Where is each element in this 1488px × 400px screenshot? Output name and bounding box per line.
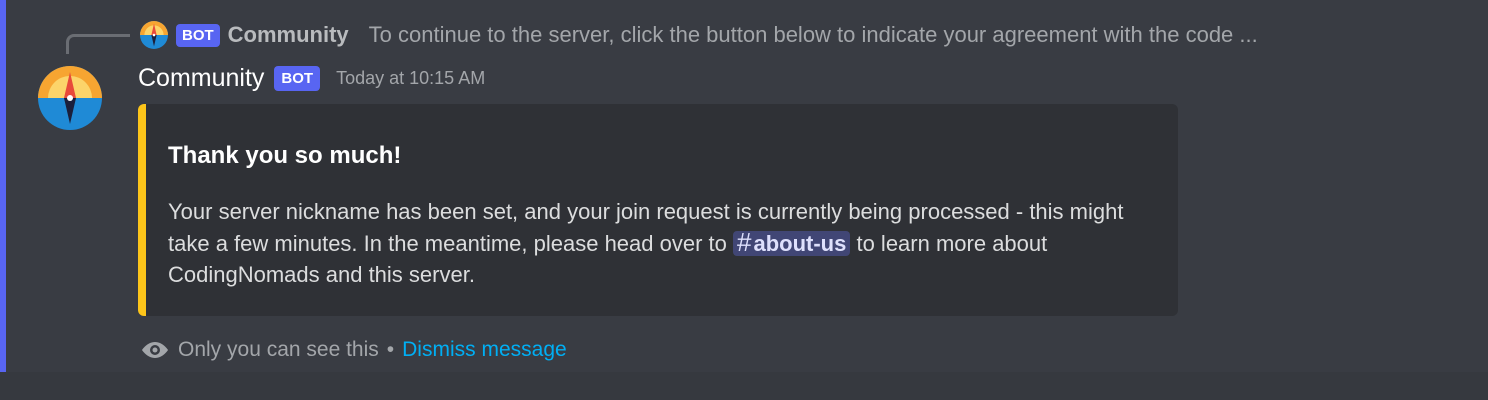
message-timestamp[interactable]: Today at 10:15 AM [336, 68, 485, 89]
eye-icon [142, 342, 168, 358]
bot-avatar[interactable] [38, 66, 102, 130]
embed-card: Thank you so much! Your server nickname … [138, 104, 1178, 316]
reply-spine [66, 34, 130, 54]
ephemeral-highlight-bar [0, 0, 6, 372]
embed-description: Your server nickname has been set, and y… [168, 196, 1158, 290]
embed-accent-bar [138, 104, 146, 316]
ephemeral-notice: Only you can see this • Dismiss message [140, 336, 567, 364]
message-header: Community BOT Today at 10:15 AM [138, 62, 485, 94]
channel-hash-icon: # [737, 227, 752, 257]
bot-tag: BOT [274, 65, 321, 91]
author-name[interactable]: Community [138, 64, 264, 93]
channel-mention[interactable]: #about-us [733, 227, 851, 257]
reply-reference[interactable]: BOT Community To continue to the server,… [140, 20, 1258, 50]
message-container: BOT Community To continue to the server,… [0, 0, 1488, 372]
reply-bot-tag: BOT [176, 23, 220, 47]
dismiss-message-link[interactable]: Dismiss message [402, 338, 567, 362]
compass-icon[interactable] [140, 21, 168, 49]
ephemeral-notice-text: Only you can see this [178, 338, 379, 361]
reply-preview-text[interactable]: To continue to the server, click the but… [369, 22, 1258, 48]
separator-dot: • [386, 338, 395, 361]
reply-author-name[interactable]: Community [228, 22, 349, 48]
channel-mention-name: about-us [753, 231, 847, 256]
chat-background [0, 372, 1488, 400]
embed-title: Thank you so much! [168, 142, 402, 169]
